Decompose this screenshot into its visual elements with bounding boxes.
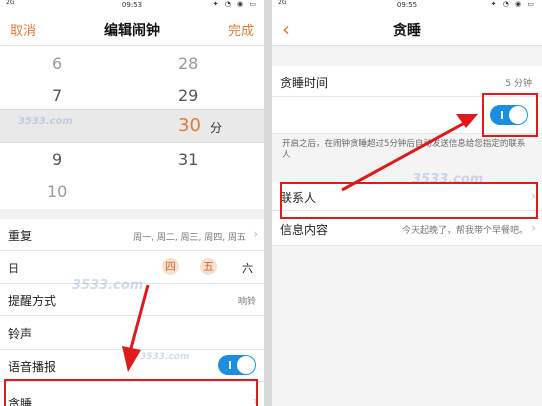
edit-alarm-screen: 2G 09:53 ✦ ◔ ◉ ▭ 取消 编辑闹钟 完成 6 7 9 10 28 …	[0, 0, 264, 406]
red-arrow-icon	[341, 114, 478, 192]
red-arrow-icon	[122, 284, 150, 372]
snooze-screen: 2G 09:55 ✦ ◔ ◉ ▭ ‹ 贪睡 贪睡时间 5 分钟 开启之后，在闹钟…	[272, 0, 542, 406]
